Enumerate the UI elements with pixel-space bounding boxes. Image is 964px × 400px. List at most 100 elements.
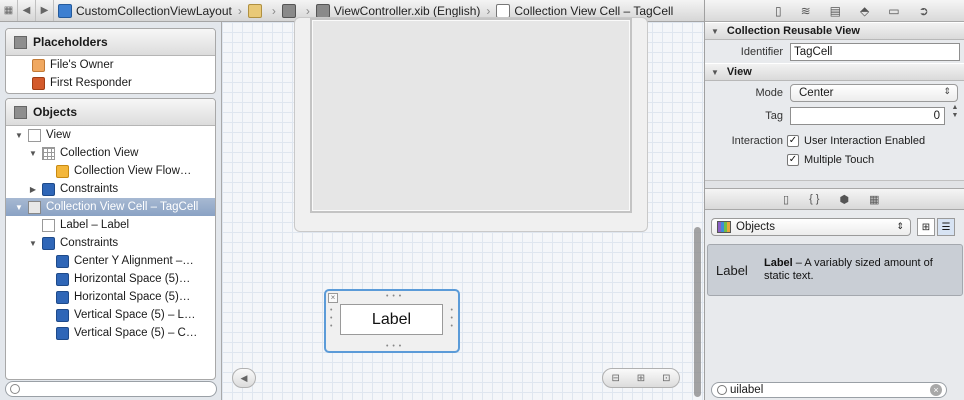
jumpbar-folder[interactable]	[244, 0, 270, 21]
books-icon	[717, 221, 731, 233]
jumpbar-project[interactable]: CustomCollectionViewLayout	[54, 0, 236, 21]
grid-view-icon[interactable]: ⊞	[917, 218, 935, 236]
label-icon: Label	[716, 263, 748, 278]
multiple-touch-checkbox[interactable]: ✓	[787, 154, 799, 166]
resolve-icon[interactable]: ⊡	[662, 373, 670, 384]
forward-button[interactable]: ▶	[36, 0, 54, 21]
code-snippet-icon[interactable]: { }	[809, 193, 819, 205]
mode-popup[interactable]: Center ⇕	[790, 83, 958, 102]
outline-item-view[interactable]: ▼ View	[6, 126, 215, 144]
placeholders-header[interactable]: Placeholders	[6, 29, 215, 56]
canvas-scrollbar[interactable]	[694, 227, 701, 397]
outline-item-flow-layout[interactable]: Collection View Flow…	[6, 162, 215, 180]
xib-file-icon	[315, 3, 330, 18]
outline-item-hspace-1[interactable]: Horizontal Space (5)…	[6, 270, 215, 288]
objects-header[interactable]: Objects	[6, 99, 215, 126]
constraint-icon	[56, 272, 69, 286]
library-selector[interactable]: Objects ⇕	[711, 218, 911, 236]
media-library-icon[interactable]: ▦	[869, 193, 879, 206]
list-view-icon[interactable]: ☰	[937, 218, 955, 236]
pin-icon[interactable]: ⊞	[637, 373, 645, 384]
disclosure-open-icon[interactable]: ▼	[28, 239, 38, 248]
resize-handle[interactable]: • • •	[330, 307, 333, 331]
outline-item-first-responder[interactable]: First Responder	[6, 74, 215, 92]
outline-item-hspace-2[interactable]: Horizontal Space (5)…	[6, 288, 215, 306]
connections-inspector-icon[interactable]: ➲	[919, 4, 929, 18]
align-icon[interactable]: ⊟	[611, 373, 619, 384]
resize-handle[interactable]: • • •	[451, 307, 454, 331]
library-search-input[interactable]: uilabel ×	[711, 382, 947, 398]
section-title: Collection Reusable View	[726, 25, 860, 37]
disclosure-closed-icon[interactable]: ▶	[28, 185, 38, 194]
placeholders-title: Placeholders	[33, 35, 108, 49]
collection-view-cell[interactable]: × • • • • • • • • • • • • Label	[324, 289, 460, 353]
reusable-view-header[interactable]: ▼ Collection Reusable View	[705, 22, 964, 40]
outline-item-cell-constraints[interactable]: ▼ Constraints	[6, 234, 215, 252]
user-interaction-checkbox[interactable]: ✓	[787, 135, 799, 147]
filter-icon	[10, 384, 20, 394]
size-inspector-icon[interactable]: ▭	[888, 4, 899, 18]
multiple-touch-label: Multiple Touch	[804, 154, 875, 166]
resize-handle[interactable]: • • •	[386, 343, 402, 350]
outline-item-collection-view[interactable]: ▼ Collection View	[6, 144, 215, 162]
flow-layout-icon	[56, 164, 69, 178]
back-button[interactable]: ◀	[18, 0, 36, 21]
disclosure-open-icon[interactable]: ▼	[14, 203, 24, 212]
collection-view-frame[interactable]	[310, 18, 632, 213]
mode-value: Center	[799, 86, 834, 99]
outline-item-vspace-2[interactable]: Vertical Space (5) – C…	[6, 324, 215, 342]
outline-item-label-text: Label – Label	[60, 219, 130, 231]
disclosure-open-icon[interactable]: ▼	[14, 131, 24, 140]
mode-label: Mode	[755, 86, 783, 99]
quick-help-icon[interactable]: ≋	[801, 4, 811, 18]
ib-canvas[interactable]: × • • • • • • • • • • • • Label ◀ ⊟ ⊞ ⊡	[222, 17, 704, 400]
toggle-outline-button[interactable]: ◀	[232, 368, 256, 388]
canvas-tools: ⊟ ⊞ ⊡	[602, 368, 680, 388]
resize-handle[interactable]: • • •	[386, 293, 402, 300]
object-library-icon[interactable]: ⬢	[839, 193, 849, 206]
outline-item-center-y[interactable]: Center Y Alignment –…	[6, 252, 215, 270]
view-scene[interactable]	[294, 17, 648, 232]
identity-inspector-icon[interactable]: ▤	[830, 4, 841, 18]
library-search-value: uilabel	[730, 384, 764, 396]
tag-field[interactable]: 0	[790, 106, 945, 125]
cell-label[interactable]: Label	[340, 304, 443, 335]
cube-icon	[14, 105, 27, 119]
identifier-field[interactable]: TagCell	[790, 42, 960, 61]
search-icon	[717, 385, 727, 395]
outline-item-label: Collection View Cell – TagCell	[46, 201, 199, 213]
library-item-label[interactable]: Label Label – A variably sized amount of…	[707, 244, 963, 296]
file-template-icon[interactable]: ▯	[783, 193, 789, 206]
project-icon	[58, 3, 72, 18]
jumpbar-cell-label: Collection View Cell – TagCell	[514, 3, 674, 18]
interaction-row: Interaction ✓ User Interaction Enabled	[705, 131, 964, 151]
pane-splitter[interactable]	[705, 180, 964, 188]
outline-item-files-owner[interactable]: File's Owner	[6, 56, 215, 74]
outline-item-label: Constraints	[60, 237, 119, 249]
library-item-description: Label – A variably sized amount of stati…	[764, 257, 954, 283]
disclosure-open-icon[interactable]: ▼	[28, 149, 38, 158]
view-header[interactable]: ▼ View	[705, 63, 964, 81]
clear-icon[interactable]: ×	[930, 384, 942, 396]
constraints-icon	[42, 182, 55, 196]
group-icon	[281, 3, 296, 18]
multiple-touch-row: ✓ Multiple Touch	[705, 151, 964, 169]
close-icon[interactable]: ×	[328, 293, 338, 303]
outline-item-label: Horizontal Space (5)…	[74, 291, 191, 303]
related-items-icon[interactable]: ▦	[0, 0, 18, 21]
disclosure-open-icon[interactable]: ▼	[711, 27, 719, 36]
outline-item-vspace-1[interactable]: Vertical Space (5) – L…	[6, 306, 215, 324]
tag-stepper[interactable]: ▲ ▼	[950, 104, 960, 122]
outline-filter-input[interactable]	[5, 381, 217, 397]
outline-item-collection-view-cell[interactable]: ▼ Collection View Cell – TagCell	[6, 198, 215, 216]
library-selector-value: Objects	[736, 221, 775, 233]
disclosure-open-icon[interactable]: ▼	[711, 68, 719, 77]
outline-item-constraints[interactable]: ▶ Constraints	[6, 180, 215, 198]
outline-item-label: View	[46, 129, 71, 141]
cell-icon	[28, 200, 41, 214]
attributes-inspector-icon[interactable]: ⬘	[860, 4, 869, 18]
file-inspector-icon[interactable]: ▯	[775, 4, 782, 18]
outline-item-label: Vertical Space (5) – L…	[74, 309, 196, 321]
outline-item-label: File's Owner	[50, 59, 114, 71]
outline-item-label[interactable]: Label – Label	[6, 216, 215, 234]
